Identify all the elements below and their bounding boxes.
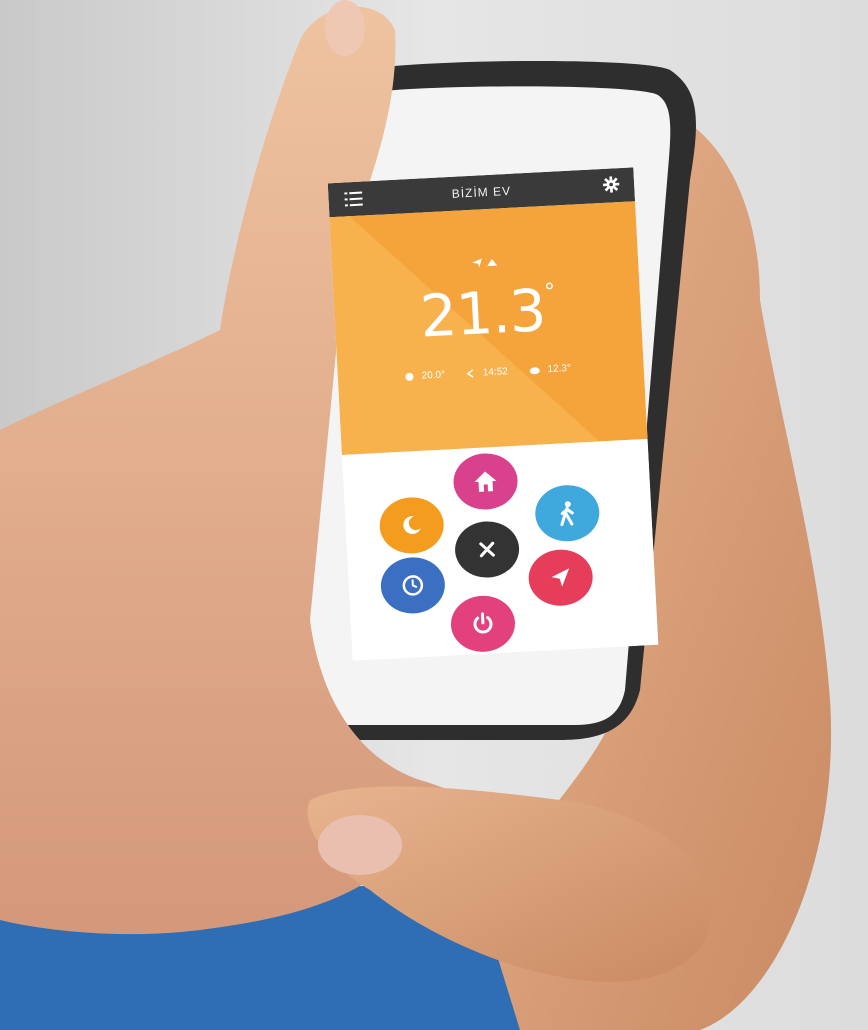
location-home-indicator-icon (472, 258, 498, 268)
location-button[interactable] (527, 548, 595, 608)
target-icon (405, 372, 414, 381)
close-button[interactable] (453, 519, 521, 580)
night-button[interactable] (378, 495, 446, 556)
temperature-panel: 21.3° 20.0° 14:52 12.3° (329, 201, 648, 455)
thumbnail (318, 815, 402, 875)
moon-icon (403, 516, 421, 535)
close-icon (479, 541, 495, 558)
gear-icon[interactable] (602, 175, 621, 194)
mode-menu (341, 438, 659, 661)
clock-icon (402, 575, 424, 596)
thumbnail-top (325, 0, 365, 56)
power-button[interactable] (449, 594, 517, 654)
away-button[interactable] (533, 483, 601, 543)
temperature-value: 21.3 (418, 276, 547, 351)
temperature-unit: ° (543, 279, 555, 306)
current-temperature: 21.3° (333, 271, 642, 355)
location-arrow-icon (551, 568, 570, 587)
outdoor-temp: 12.3° (528, 363, 577, 377)
home-icon (474, 471, 497, 492)
power-icon (473, 612, 493, 634)
schedule-button[interactable] (379, 555, 447, 616)
cloud-icon (529, 367, 540, 375)
phone-screen: BİZİM EV 21.3° 20.0° 14:52 12.3° (327, 167, 659, 661)
walking-icon (560, 501, 574, 527)
home-button[interactable] (452, 451, 519, 512)
clock-small-icon (466, 369, 474, 378)
